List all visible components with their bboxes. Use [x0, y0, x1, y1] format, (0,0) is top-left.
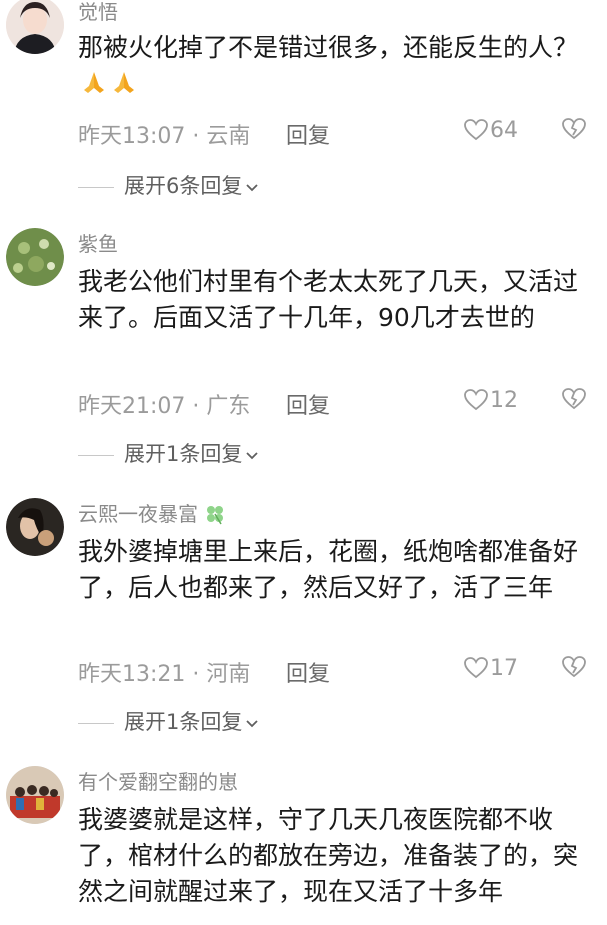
divider — [78, 722, 114, 724]
chevron-down-icon — [245, 442, 259, 466]
divider — [78, 186, 114, 188]
dislike-button[interactable] — [561, 388, 587, 416]
username[interactable]: 紫鱼 — [78, 232, 118, 256]
heart-icon — [464, 657, 488, 679]
expand-replies-button[interactable]: 展开1条回复 — [78, 706, 259, 736]
dislike-button[interactable] — [561, 656, 587, 684]
username[interactable]: 觉悟 — [78, 0, 118, 24]
expand-label: 展开6条回复 — [124, 174, 243, 198]
divider — [78, 454, 114, 456]
broken-heart-icon — [562, 388, 586, 410]
comment-text-content: 那被火化掉了不是错过很多，还能反生的人？ — [78, 33, 579, 62]
folded-hands-icon — [80, 68, 108, 106]
username[interactable]: 云熙一夜暴富 — [78, 502, 226, 526]
comment-text: 我老公他们村里有个老太太死了几天，又活过来了。后面又活了十几年，90几才去世的 — [78, 267, 579, 332]
comment-meta: 昨天21:07 · 广东 回复 12 — [78, 388, 593, 420]
like-count: 12 — [490, 388, 518, 413]
expand-replies-button[interactable]: 展开6条回复 — [78, 170, 259, 200]
like-button[interactable]: 12 — [464, 388, 534, 413]
dislike-button[interactable] — [561, 118, 587, 146]
timestamp-location: 昨天13:21 · 河南 — [78, 662, 251, 687]
broken-heart-icon — [562, 656, 586, 678]
clover-icon — [204, 502, 226, 526]
heart-icon — [464, 119, 488, 141]
avatar[interactable] — [6, 0, 64, 54]
comment-meta: 昨天13:21 · 河南 回复 17 — [78, 656, 593, 688]
reply-button[interactable]: 回复 — [286, 388, 330, 420]
timestamp-location: 昨天13:07 · 云南 — [78, 124, 251, 149]
expand-replies-button[interactable]: 展开1条回复 — [78, 438, 259, 468]
username-text: 云熙一夜暴富 — [78, 502, 198, 526]
like-button[interactable]: 64 — [464, 118, 534, 143]
reply-button[interactable]: 回复 — [286, 656, 330, 688]
reply-button[interactable]: 回复 — [286, 118, 330, 150]
avatar[interactable] — [6, 766, 64, 824]
comment-text: 那被火化掉了不是错过很多，还能反生的人？ — [78, 30, 593, 106]
comment-meta: 昨天13:07 · 云南 回复 64 — [78, 118, 593, 150]
avatar[interactable] — [6, 228, 64, 286]
folded-hands-icon — [110, 68, 138, 106]
expand-label: 展开1条回复 — [124, 442, 243, 466]
chevron-down-icon — [245, 710, 259, 734]
heart-icon — [464, 389, 488, 411]
username[interactable]: 有个爱翻空翻的崽 — [78, 770, 238, 794]
comment-text: 我外婆掉塘里上来后，花圈，纸炮啥都准备好了，后人也都来了，然后又好了，活了三年 — [78, 537, 579, 602]
comment-text: 我婆婆就是这样，守了几天几夜医院都不收了，棺材什么的都放在旁边，准备装了的，突然… — [78, 805, 579, 906]
chevron-down-icon — [245, 174, 259, 198]
broken-heart-icon — [562, 118, 586, 140]
like-count: 17 — [490, 656, 518, 681]
expand-label: 展开1条回复 — [124, 710, 243, 734]
timestamp-location: 昨天21:07 · 广东 — [78, 394, 251, 419]
like-count: 64 — [490, 118, 518, 143]
avatar[interactable] — [6, 498, 64, 556]
like-button[interactable]: 17 — [464, 656, 534, 681]
